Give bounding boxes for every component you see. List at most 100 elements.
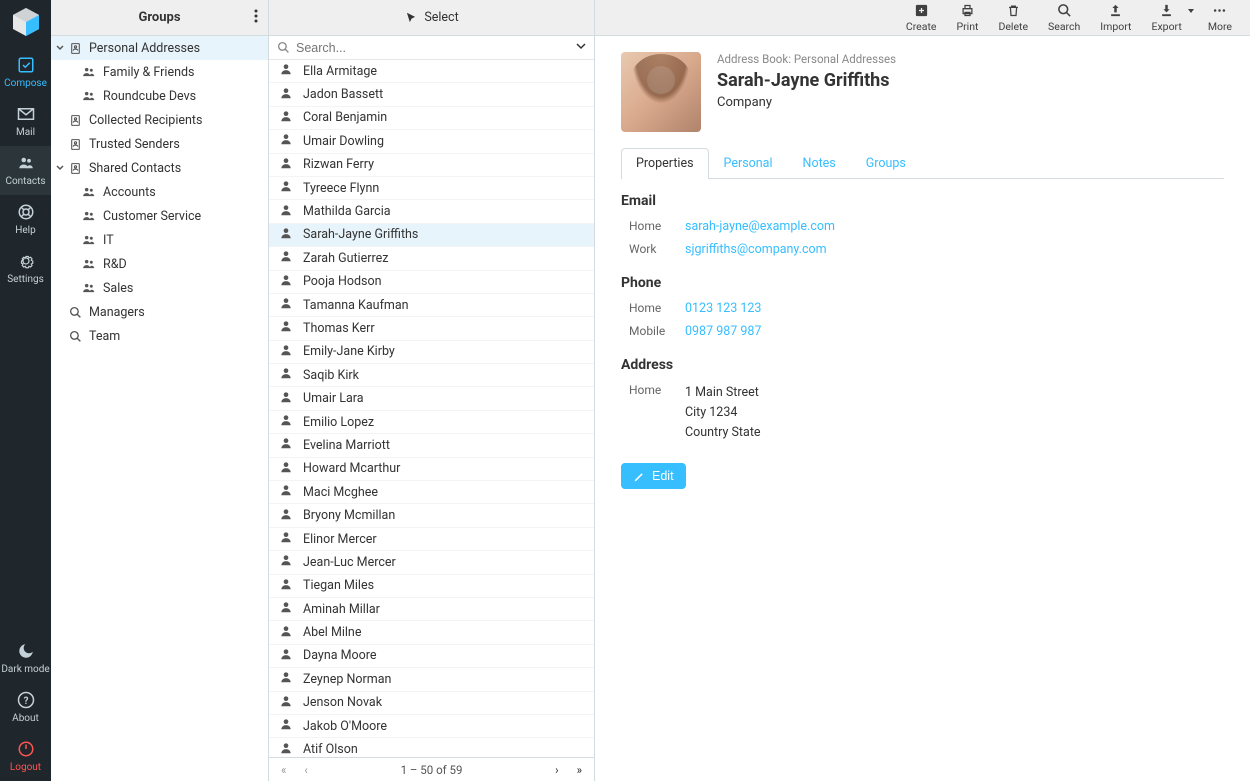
property-value[interactable]: sarah-jayne@example.com [685,219,835,234]
tab-groups[interactable]: Groups [851,148,921,178]
contact-item[interactable]: Pooja Hodson [269,271,594,294]
import-button[interactable]: Import [1092,3,1139,33]
contact-item[interactable]: Emily-Jane Kirby [269,341,594,364]
tab-personal[interactable]: Personal [709,148,788,178]
contact-item[interactable]: Howard Mcarthur [269,458,594,481]
contact-item[interactable]: Umair Dowling [269,130,594,153]
contact-name-label: Dayna Moore [303,648,377,663]
property-value[interactable]: 0123 123 123 [685,301,761,316]
contact-name-label: Howard Mcarthur [303,461,400,476]
contact-item[interactable]: Evelina Marriott [269,434,594,457]
nav-darkmode-label: Dark mode [1,664,49,675]
contact-name-label: Jakob O'Moore [303,719,387,734]
contact-item[interactable]: Elinor Mercer [269,528,594,551]
delete-button[interactable]: Delete [990,3,1036,33]
download-icon [1159,3,1174,18]
search-icon [1057,3,1072,18]
contact-item[interactable]: Emilio Lopez [269,411,594,434]
person-icon [279,530,303,548]
group-item[interactable]: R&D [51,252,268,276]
tab-notes[interactable]: Notes [788,148,851,178]
nav-logout[interactable]: Logout [0,732,51,781]
contact-item[interactable]: Mathilda Garcia [269,200,594,223]
contact-item[interactable]: Jadon Bassett [269,83,594,106]
group-item[interactable]: Roundcube Devs [51,84,268,108]
contact-item[interactable]: Jakob O'Moore [269,715,594,738]
person-icon [279,273,303,291]
contact-item[interactable]: Ella Armitage [269,60,594,83]
contact-item[interactable]: Bryony Mcmillan [269,504,594,527]
nav-about[interactable]: ? About [0,683,51,732]
contact-name: Sarah-Jayne Griffiths [717,70,896,91]
group-item[interactable]: IT [51,228,268,252]
nav-mail[interactable]: Mail [0,97,51,146]
person-icon [279,156,303,174]
contact-item[interactable]: Tyreece Flynn [269,177,594,200]
search-dropdown-icon[interactable] [576,40,586,55]
group-item[interactable]: Collected Recipients [51,108,268,132]
group-item[interactable]: Customer Service [51,204,268,228]
more-button[interactable]: More [1200,3,1240,33]
nav-help[interactable]: Help [0,195,51,244]
nav-darkmode[interactable]: Dark mode [0,634,51,683]
contact-item[interactable]: Tamanna Kaufman [269,294,594,317]
tab-properties[interactable]: Properties [621,148,709,179]
contact-item[interactable]: Atif Olson [269,738,594,757]
property-label: Work [621,242,685,257]
search-input[interactable] [296,41,570,55]
property-value[interactable]: sjgriffiths@company.com [685,242,827,257]
contact-item[interactable]: Dayna Moore [269,645,594,668]
create-button[interactable]: Create [898,3,945,33]
contact-item[interactable]: Abel Milne [269,621,594,644]
group-item[interactable]: Sales [51,276,268,300]
contact-item[interactable]: Tiegan Miles [269,575,594,598]
chevron-down-icon[interactable] [53,163,67,173]
property-value[interactable]: 0987 987 987 [685,324,761,339]
pencil-icon [633,470,646,483]
group-item[interactable]: Personal Addresses [51,36,268,60]
section-email-title: Email [621,193,1224,209]
page-last-icon[interactable]: » [577,763,582,777]
group-item[interactable]: Team [51,324,268,348]
contact-item[interactable]: Coral Benjamin [269,107,594,130]
contact-item[interactable]: Saqib Kirk [269,364,594,387]
contact-item[interactable]: Jenson Novak [269,692,594,715]
contact-item[interactable]: Aminah Millar [269,598,594,621]
contact-name-label: Emilio Lopez [303,415,374,430]
property-row: Worksjgriffiths@company.com [621,238,1224,261]
group-item[interactable]: Trusted Senders [51,132,268,156]
app-logo [9,6,43,40]
print-button[interactable]: Print [948,3,986,33]
page-first-icon[interactable]: « [281,763,286,777]
group-item[interactable]: Accounts [51,180,268,204]
groups-menu-icon[interactable] [254,9,258,27]
property-label: Home [621,383,685,443]
page-next-icon[interactable]: › [555,763,558,777]
contact-item[interactable]: Thomas Kerr [269,317,594,340]
select-button[interactable]: Select [269,0,594,36]
contact-item[interactable]: Maci Mcghee [269,481,594,504]
group-item[interactable]: Managers [51,300,268,324]
contact-name-label: Bryony Mcmillan [303,508,395,523]
person-icon [279,717,303,735]
page-prev-icon[interactable]: ‹ [304,763,307,777]
group-item[interactable]: Family & Friends [51,60,268,84]
contact-item[interactable]: Zarah Gutierrez [269,247,594,270]
person-icon [279,436,303,454]
chevron-down-icon[interactable] [53,43,67,53]
contact-item[interactable]: Zeynep Norman [269,668,594,691]
edit-button[interactable]: Edit [621,463,686,489]
export-button[interactable]: Export [1144,3,1196,33]
contact-name-label: Jadon Bassett [303,87,383,102]
contact-source: Address Book: Personal Addresses [717,52,896,66]
contact-item[interactable]: Jean-Luc Mercer [269,551,594,574]
group-item[interactable]: Shared Contacts [51,156,268,180]
contact-item[interactable]: Sarah-Jayne Griffiths [269,224,594,247]
nav-settings[interactable]: Settings [0,244,51,293]
contact-item[interactable]: Rizwan Ferry [269,154,594,177]
search-button[interactable]: Search [1040,3,1088,33]
nav-compose[interactable]: Compose [0,48,51,97]
group-label: Sales [103,281,133,296]
nav-contacts[interactable]: Contacts [0,146,51,195]
contact-item[interactable]: Umair Lara [269,387,594,410]
